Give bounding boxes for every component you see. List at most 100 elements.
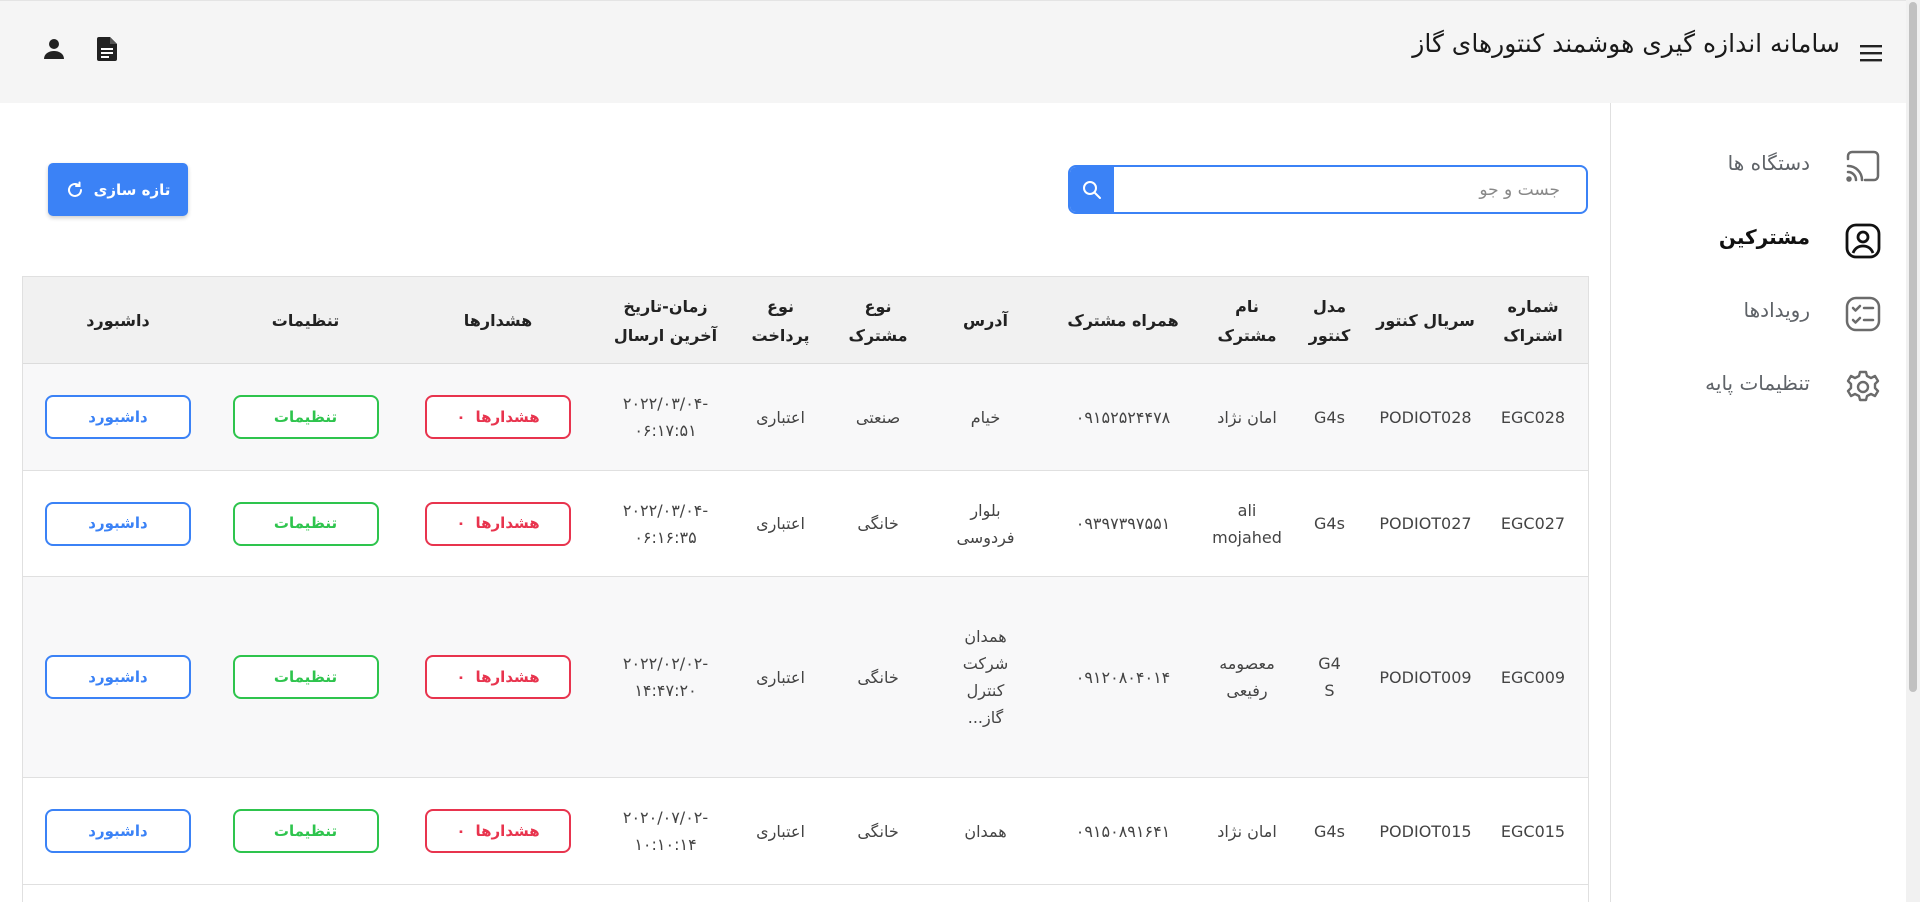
header-line: مدل — [1312, 296, 1347, 316]
dashboard-button[interactable]: داشبورد — [45, 501, 191, 546]
column-header-text: آدرس — [963, 306, 1008, 335]
header-line: پرداخت — [751, 325, 810, 345]
header-line: نوع — [767, 296, 794, 316]
document-icon[interactable] — [91, 33, 123, 65]
settings-button[interactable]: تنظیمات — [232, 501, 379, 546]
header-line: نوع — [864, 296, 892, 316]
table-row: EGC027 PODIOT027 G4s ali mojahed ۰۹۳۹۷۳۹۷۵۵۱ ب… — [23, 471, 1588, 577]
cell-address: همدان — [928, 778, 1043, 884]
hamburger-menu-icon[interactable] — [1855, 37, 1887, 69]
header-line: تنظیمات — [271, 311, 340, 330]
cell-meter-model: G4 S — [1291, 577, 1368, 777]
column-header-payment-type: نوع پرداخت — [733, 277, 828, 364]
cell-subscription-no: EGC028 — [1483, 364, 1583, 470]
cell-text: خانگی — [857, 667, 899, 687]
alerts-button[interactable]: هشدارها ۰ — [425, 655, 571, 699]
cell-text: G4s — [1314, 404, 1345, 431]
cell-text: -۲۰۲۲/۰۳/۰۴ ۰۶:۱۷:۵۱ — [623, 390, 708, 444]
cell-settings: تنظیمات — [213, 577, 398, 777]
page-scrollbar-thumb[interactable] — [1909, 2, 1917, 692]
dashboard-button[interactable]: داشبورد — [45, 655, 191, 699]
cell-text: ۰۹۱۲۰۸۰۴۰۱۴ — [1075, 667, 1171, 687]
sidebar-item-label: تنظیمات پایه — [1705, 371, 1810, 395]
cell-text: ali mojahed — [1212, 497, 1282, 551]
cell-subscriber-name: امان نژاد — [1203, 778, 1291, 884]
settings-button[interactable]: تنظیمات — [232, 655, 379, 699]
settings-button[interactable]: تنظیمات — [232, 809, 379, 853]
header-line: نام — [1235, 296, 1259, 316]
cell-subscription-no: EGC027 — [1483, 471, 1583, 576]
cell-text: امان نژاد — [1217, 818, 1277, 845]
cell-text: خانگی — [857, 821, 899, 841]
header-line: شماره — [1507, 296, 1559, 316]
cell-text: -۲۰۲۲/۰۲/۰۲ ۱۴:۴۷:۲۰ — [623, 650, 708, 704]
alerts-count: ۰ — [456, 667, 466, 686]
cell-line: رفیعی — [1226, 681, 1268, 700]
cell-last-send: -۲۰۲۲/۰۳/۰۴ ۰۶:۱۷:۵۱ — [598, 364, 733, 470]
cell-payment-type: اعتباری — [733, 364, 828, 470]
cell-text: -۲۰۲۰/۰۷/۰۲ ۱۰:۱۰:۱۴ — [623, 804, 708, 858]
cell-line: بلوار — [970, 500, 1001, 520]
cell-meter-serial: PODIOT027 — [1368, 471, 1483, 576]
cell-line: ۱۰:۱۰:۱۴ — [634, 835, 697, 854]
cell-payment-type: اعتباری — [733, 778, 828, 884]
cell-text: اعتباری — [756, 514, 805, 533]
sidebar: دستگاه ها مشترکین رویدادها تنظیمات پایه — [1610, 103, 1906, 902]
refresh-button[interactable]: تازه سازی — [48, 163, 188, 216]
cell-line: همدان — [964, 627, 1007, 646]
cell-dashboard: داشبورد — [23, 778, 213, 884]
sidebar-item-events[interactable]: رویدادها — [1611, 286, 1906, 342]
cell-line: کنترل — [966, 681, 1005, 700]
search-input[interactable] — [1116, 167, 1584, 212]
cell-meter-model: G4s — [1291, 778, 1368, 884]
sidebar-item-base-settings[interactable]: تنظیمات پایه — [1611, 359, 1906, 415]
header-line: آدرس — [963, 311, 1008, 330]
cell-line: شرکت — [962, 654, 1009, 673]
alerts-button[interactable]: هشدارها ۰ — [425, 809, 571, 853]
cell-subscriber-phone: ۰۹۱۵۰۸۹۱۶۴۱ — [1043, 778, 1203, 884]
cell-subscriber-name: معصومه رفیعی — [1203, 577, 1291, 777]
refresh-icon — [67, 181, 82, 197]
search-button[interactable] — [1070, 167, 1114, 212]
cell-text: خانگی — [857, 514, 899, 533]
cell-text: EGC028 — [1500, 407, 1566, 427]
cell-text: اعتباری — [756, 821, 805, 841]
alerts-count: ۰ — [456, 821, 466, 840]
sidebar-item-label: رویدادها — [1743, 298, 1810, 322]
cell-subscription-no: EGC009 — [1483, 577, 1583, 777]
cell-text: ۰۹۳۹۷۳۹۷۵۵۱ — [1075, 514, 1171, 533]
cell-text: اعتباری — [756, 667, 805, 687]
column-header-text: شماره اشتراک — [1503, 292, 1563, 350]
sidebar-item-devices[interactable]: دستگاه ها — [1611, 139, 1906, 195]
cell-subscriber-name: امان نژاد — [1203, 364, 1291, 470]
cell-subscriber-phone: ۰۹۳۹۷۳۹۷۵۵۱ — [1043, 471, 1203, 576]
cell-line: معصومه — [1219, 654, 1275, 673]
cell-text: صنعتی — [855, 407, 901, 427]
cell-line: ۱۴:۴۷:۲۰ — [634, 681, 697, 700]
sidebar-item-subscribers[interactable]: مشترکین — [1611, 213, 1906, 269]
cell-text: معصومه رفیعی — [1219, 650, 1275, 704]
settings-button[interactable]: تنظیمات — [232, 395, 379, 439]
column-header-subscriber-phone: همراه مشترک — [1043, 277, 1203, 364]
alerts-button[interactable]: هشدارها ۰ — [425, 395, 571, 439]
user-icon[interactable] — [38, 33, 70, 65]
column-header-address: آدرس — [928, 277, 1043, 364]
dashboard-button[interactable]: داشبورد — [45, 395, 191, 439]
cell-meter-serial: PODIOT028 — [1368, 364, 1483, 470]
cell-text: EGC015 — [1500, 821, 1566, 841]
cell-text: G4s — [1314, 818, 1345, 845]
alerts-button[interactable]: هشدارها ۰ — [425, 501, 571, 546]
cell-last-send: -۲۰۲۲/۰۲/۰۲ ۱۴:۴۷:۲۰ — [598, 577, 733, 777]
alerts-button-label: هشدارها — [475, 821, 540, 840]
header-line: داشبورد — [86, 311, 150, 330]
cell-meter-serial: PODIOT015 — [1368, 778, 1483, 884]
user-circle-icon — [1843, 221, 1883, 261]
dashboard-button[interactable]: داشبورد — [45, 809, 191, 853]
sidebar-item-label: دستگاه ها — [1727, 151, 1810, 175]
cell-line: G4s — [1314, 407, 1345, 427]
column-header-text: سریال کنتور — [1376, 306, 1475, 335]
header-line: مشترک — [848, 325, 908, 345]
cell-line: -۲۰۲۲/۰۳/۰۴ — [622, 500, 709, 520]
cell-text: PODIOT015 — [1379, 821, 1472, 841]
cell-line: امان نژاد — [1217, 407, 1277, 427]
